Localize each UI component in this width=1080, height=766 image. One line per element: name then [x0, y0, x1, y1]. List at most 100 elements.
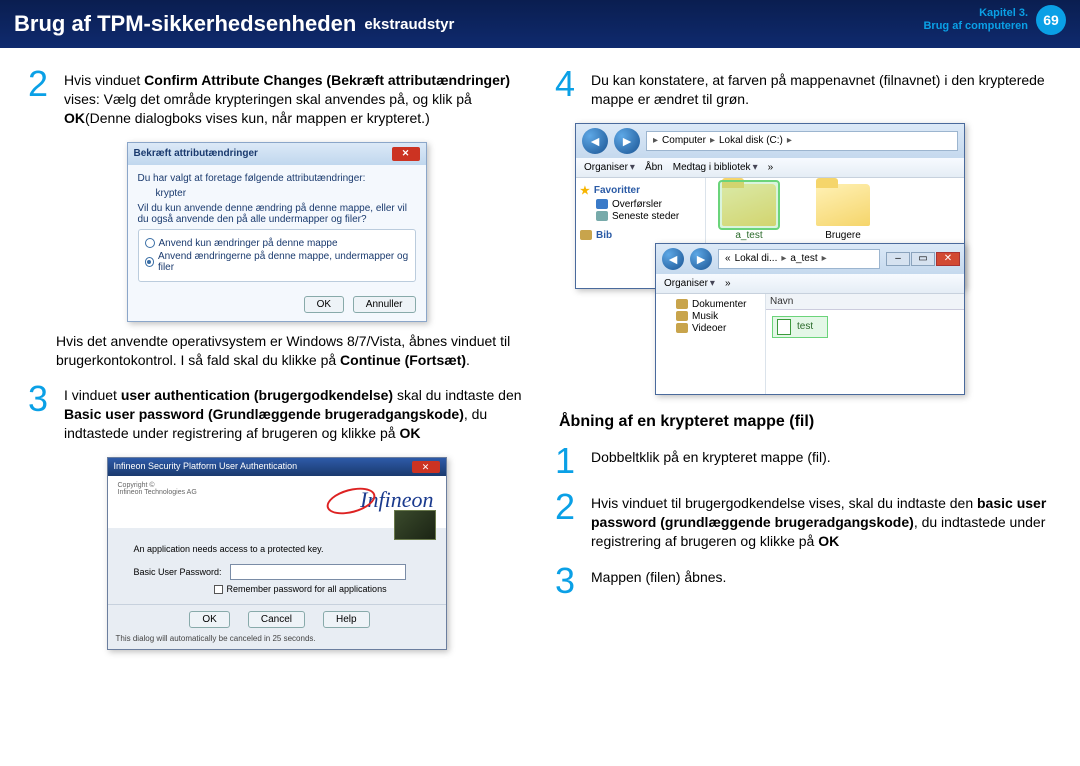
explorer-main: Navn test — [766, 294, 964, 394]
header-right: Kapitel 3. Brug af computeren 69 — [923, 5, 1066, 35]
t: vises: Vælg det område krypteringen skal… — [64, 91, 472, 107]
t: Musik — [692, 311, 718, 322]
cancel-button[interactable]: Annuller — [353, 296, 416, 313]
t: Seneste steder — [612, 211, 679, 222]
dialog-titlebar: Infineon Security Platform User Authenti… — [108, 458, 446, 476]
address-bar[interactable]: « Lokal di... ▸ a_test ▸ — [718, 249, 880, 269]
chip-icon — [394, 510, 436, 540]
folder-label: a_test — [716, 230, 782, 241]
header-title: Brug af TPM-sikkerhedsenheden — [14, 11, 356, 37]
cancel-button[interactable]: Cancel — [248, 611, 305, 628]
forward-button[interactable]: ► — [690, 248, 712, 270]
back-button[interactable]: ◄ — [582, 128, 608, 154]
dialog-title: Infineon Security Platform User Authenti… — [114, 461, 298, 473]
help-button[interactable]: Help — [323, 611, 370, 628]
remember-checkbox[interactable]: Remember password for all applications — [214, 584, 406, 594]
content-area: 2 Hvis vinduet Confirm Attribute Changes… — [0, 48, 1080, 666]
t-bold: user authentication (brugergodkendelse) — [121, 387, 393, 403]
password-input[interactable] — [230, 564, 406, 580]
toolbar-organize[interactable]: Organiser — [584, 162, 635, 173]
step-text: Hvis vinduet Confirm Attribute Changes (… — [64, 68, 525, 128]
ok-button[interactable]: OK — [189, 611, 229, 628]
radio-icon — [145, 257, 154, 267]
radio-apply-folder-only[interactable]: Anvend kun ændringer på denne mappe — [145, 238, 409, 249]
minimize-button[interactable]: – — [886, 252, 910, 266]
window-controls: – ▭ ✕ — [886, 252, 960, 266]
dialog-text: Vil du kun anvende denne ændring på denn… — [138, 203, 416, 225]
toolbar-organize[interactable]: Organiser — [664, 278, 715, 289]
chapter-line2: Brug af computeren — [923, 20, 1028, 33]
sidebar-documents[interactable]: Dokumenter — [660, 299, 761, 310]
dialog-titlebar: Bekræft attributændringer ✕ — [128, 143, 426, 165]
close-button[interactable]: ✕ — [936, 252, 960, 266]
breadcrumb: Lokal di... — [735, 253, 778, 264]
toolbar-more[interactable]: » — [768, 162, 774, 173]
folder-users[interactable]: Brugere — [810, 184, 876, 241]
right-column: 4 Du kan konstatere, at farven på mappen… — [555, 68, 1052, 656]
t: Infineon Technologies AG — [118, 489, 197, 496]
ok-button[interactable]: OK — [304, 296, 344, 313]
step-text: Mappen (filen) åbnes. — [591, 565, 726, 597]
checkbox-label: Remember password for all applications — [227, 584, 387, 594]
sidebar-libraries[interactable]: Bib — [580, 230, 701, 241]
left-column: 2 Hvis vinduet Confirm Attribute Changes… — [28, 68, 525, 656]
radio-label: Anvend ændringerne på denne mappe, under… — [158, 251, 409, 273]
radio-group: Anvend kun ændringer på denne mappe Anve… — [138, 229, 416, 282]
step-text: Dobbeltklik på en krypteret mappe (fil). — [591, 445, 831, 477]
dialog-footer: OK Annuller — [128, 290, 426, 321]
sidebar-downloads[interactable]: Overførsler — [580, 199, 701, 210]
file-test[interactable]: test — [772, 316, 828, 338]
column-header-name[interactable]: Navn — [766, 294, 964, 310]
t-bold: OK — [818, 533, 839, 549]
dialog-header: Copyright © Infineon Technologies AG Inf… — [108, 476, 446, 528]
radio-icon — [145, 238, 155, 248]
breadcrumb: « — [725, 253, 731, 264]
folder-label: Brugere — [810, 230, 876, 241]
t-bold: Basic user password (Grundlæggende bruge… — [64, 406, 464, 422]
library-icon — [580, 230, 592, 240]
sidebar-recent[interactable]: Seneste steder — [580, 211, 701, 222]
chapter-label: Kapitel 3. Brug af computeren — [923, 7, 1028, 33]
close-icon[interactable]: ✕ — [392, 147, 420, 161]
toolbar-library[interactable]: Medtag i bibliotek — [673, 162, 758, 173]
folder-a-test[interactable]: a_test — [716, 184, 782, 241]
sidebar-favorites[interactable]: ★Favoritter — [580, 184, 701, 197]
t: (Denne dialogboks vises kun, når mappen … — [85, 110, 430, 126]
step-text: I vinduet user authentication (brugergod… — [64, 383, 525, 443]
sidebar-music[interactable]: Musik — [660, 311, 761, 322]
sidebar-videos[interactable]: Videoer — [660, 323, 761, 334]
t: I vinduet — [64, 387, 121, 403]
close-icon[interactable]: ✕ — [412, 461, 440, 473]
address-bar[interactable]: ▸ Computer ▸ Lokal disk (C:) ▸ — [646, 131, 958, 151]
maximize-button[interactable]: ▭ — [911, 252, 935, 266]
explorer-sidebar: Dokumenter Musik Videoer — [656, 294, 766, 394]
t: Favoritter — [594, 185, 640, 196]
radio-apply-all[interactable]: Anvend ændringerne på denne mappe, under… — [145, 251, 409, 273]
explorer-nav: ◄ ► « Lokal di... ▸ a_test ▸ – ▭ ✕ — [656, 244, 964, 274]
explorer-nav: ◄ ► ▸ Computer ▸ Lokal disk (C:) ▸ — [576, 124, 964, 158]
t: Bib — [596, 230, 612, 241]
page-number-badge: 69 — [1036, 5, 1066, 35]
breadcrumb: Lokal disk (C:) — [719, 135, 783, 146]
dialog-text: krypter — [138, 188, 416, 199]
folder-icon — [816, 184, 870, 226]
dialog-text: Du har valgt at foretage følgende attrib… — [138, 173, 416, 184]
dialog-body: Du har valgt at foretage følgende attrib… — [128, 165, 426, 290]
folder-icon — [676, 311, 688, 321]
t: Overførsler — [612, 199, 662, 210]
page-header: Brug af TPM-sikkerhedsenheden ekstraudst… — [0, 0, 1080, 48]
toolbar-more[interactable]: » — [725, 278, 731, 289]
step-text: Du kan konstatere, at farven på mappenav… — [591, 68, 1052, 109]
t: skal du indtaste den — [393, 387, 521, 403]
back-button[interactable]: ◄ — [662, 248, 684, 270]
uac-note: Hvis det anvendte operativsystem er Wind… — [28, 332, 525, 370]
forward-button[interactable]: ► — [614, 128, 640, 154]
step-number: 2 — [28, 68, 56, 128]
t: Copyright © — [118, 482, 197, 489]
step-number: 3 — [28, 383, 56, 443]
open-step-3: 3 Mappen (filen) åbnes. — [555, 565, 1052, 597]
step-number: 1 — [555, 445, 583, 477]
toolbar-open[interactable]: Åbn — [645, 162, 663, 173]
t-bold: Continue (Fortsæt) — [340, 352, 466, 368]
folder-icon — [722, 184, 776, 226]
